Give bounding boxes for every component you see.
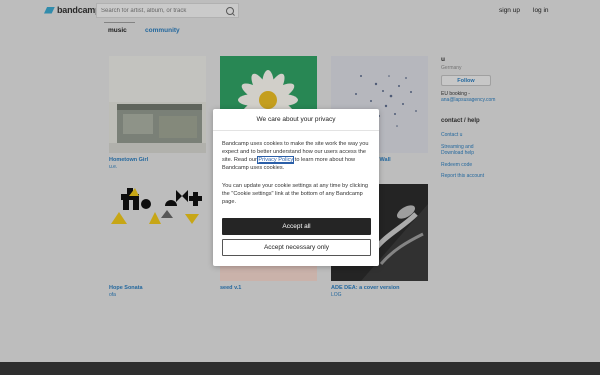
cookie-paragraph-2: You can update your cookie settings at a… [222,183,368,205]
footer-bar [0,362,600,375]
cookie-consent-dialog: We care about your privacy Bandcamp uses… [213,109,379,266]
accept-all-button[interactable]: Accept all [222,218,371,235]
cookie-paragraph-1: Bandcamp uses cookies to make the site w… [222,140,372,172]
accept-necessary-button[interactable]: Accept necessary only [222,239,371,256]
privacy-policy-link[interactable]: Privacy Policy [257,156,295,164]
cookie-dialog-title: We care about your privacy [213,109,379,131]
